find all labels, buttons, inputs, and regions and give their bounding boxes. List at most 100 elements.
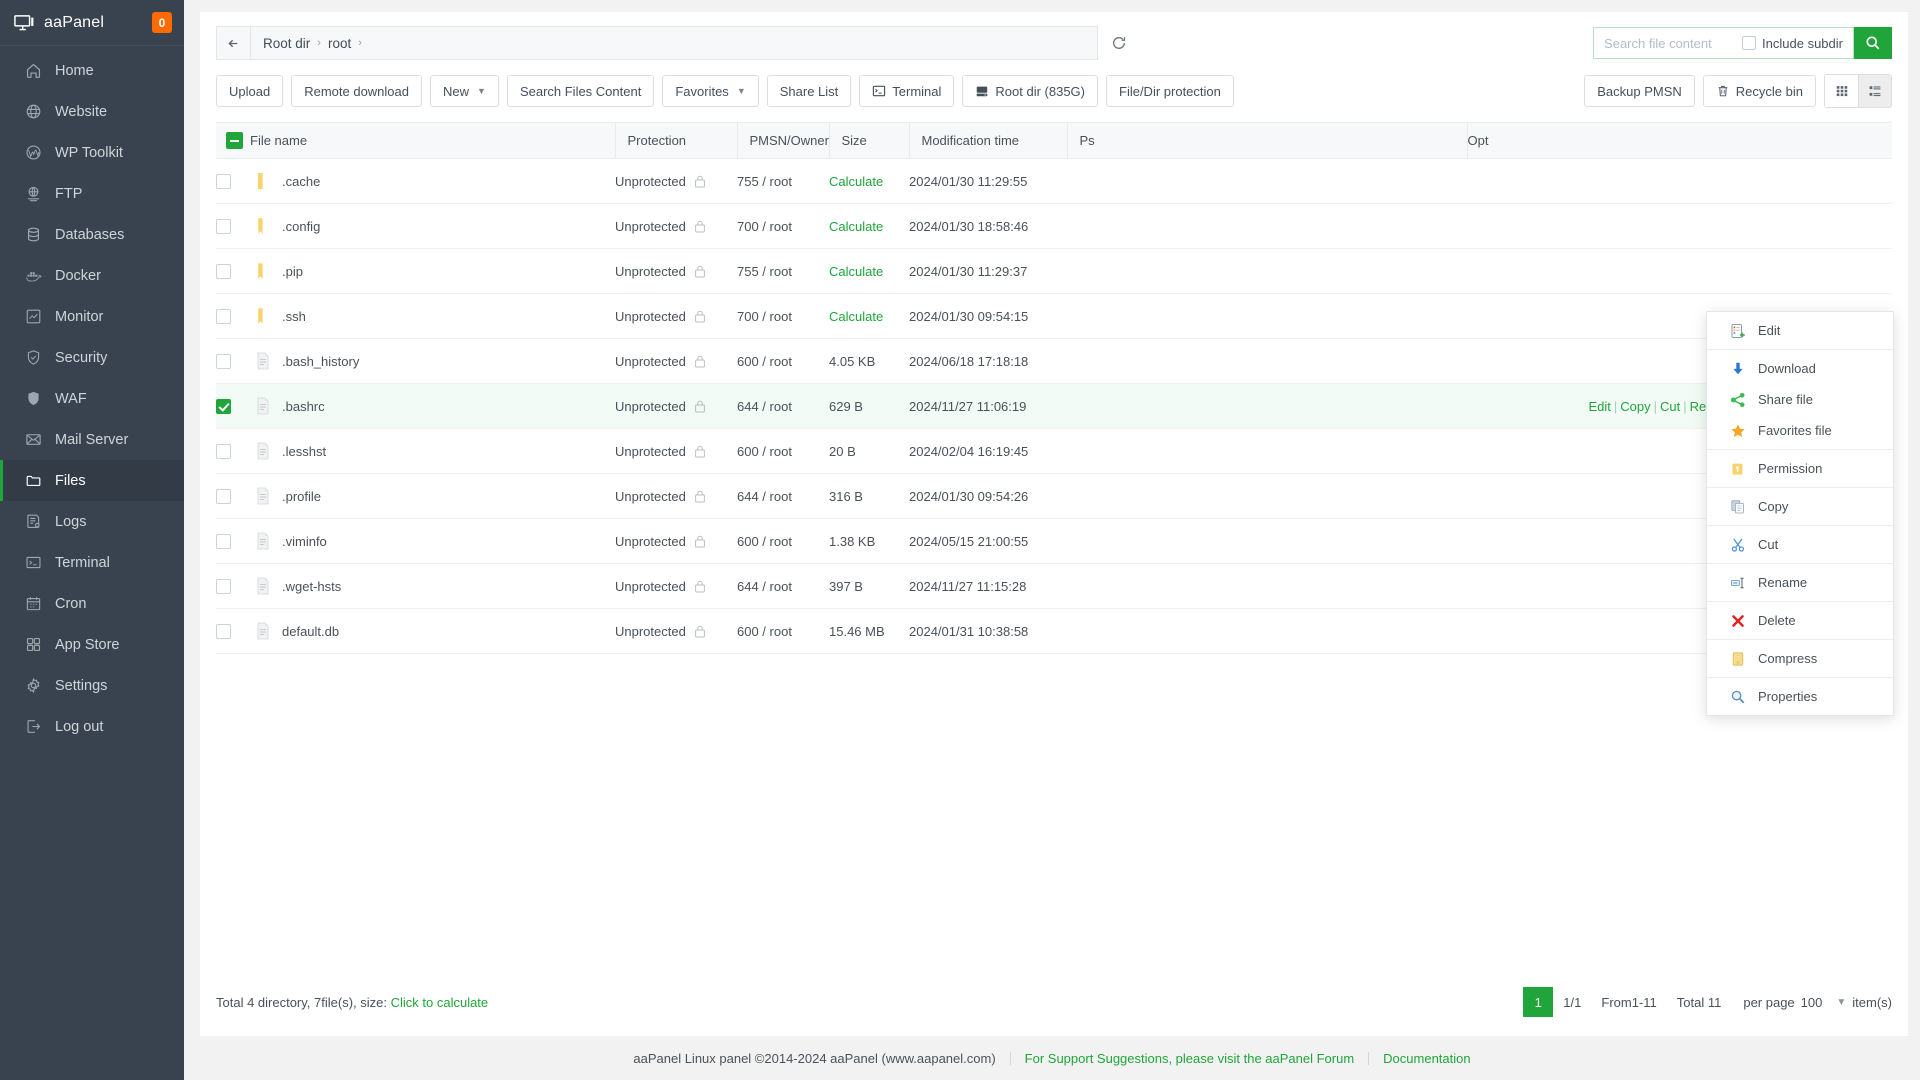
table-row[interactable]: .bash_history Unprotected 600 / root 4.0… bbox=[216, 339, 1892, 384]
file-name[interactable]: .lesshst bbox=[282, 444, 326, 459]
table-row[interactable]: .wget-hsts Unprotected 644 / root 397 B … bbox=[216, 564, 1892, 609]
row-checkbox[interactable] bbox=[216, 174, 231, 189]
search-input[interactable] bbox=[1594, 28, 1742, 58]
context-menu-item-download[interactable]: Download bbox=[1707, 353, 1893, 384]
breadcrumb-item-root[interactable]: root bbox=[328, 36, 351, 51]
calculate-size-link[interactable]: Calculate bbox=[829, 174, 883, 189]
calculate-size-link[interactable]: Calculate bbox=[829, 309, 883, 324]
back-button[interactable] bbox=[217, 27, 251, 59]
context-menu-item-cut[interactable]: Cut bbox=[1707, 529, 1893, 560]
backup-pmsn-button[interactable]: Backup PMSN bbox=[1584, 75, 1695, 107]
remote-download-button[interactable]: Remote download bbox=[291, 75, 422, 107]
sidebar-item-website[interactable]: Website bbox=[0, 91, 184, 132]
context-menu-item-compress[interactable]: Compress bbox=[1707, 643, 1893, 674]
page-number-1[interactable]: 1 bbox=[1523, 987, 1553, 1017]
file-name[interactable]: .bashrc bbox=[282, 399, 325, 414]
file-name[interactable]: .ssh bbox=[282, 309, 306, 324]
sidebar-item-monitor[interactable]: Monitor bbox=[0, 296, 184, 337]
row-checkbox[interactable] bbox=[216, 219, 231, 234]
grid-view-button[interactable] bbox=[1825, 75, 1858, 107]
lock-icon[interactable] bbox=[694, 445, 706, 458]
lock-icon[interactable] bbox=[694, 355, 706, 368]
table-row[interactable]: .viminfo Unprotected 600 / root 1.38 KB … bbox=[216, 519, 1892, 564]
table-row[interactable]: .profile Unprotected 644 / root 316 B 20… bbox=[216, 474, 1892, 519]
row-checkbox[interactable] bbox=[216, 444, 231, 459]
file-name[interactable]: .cache bbox=[282, 174, 320, 189]
recycle-bin-button[interactable]: Recycle bin bbox=[1703, 75, 1816, 107]
file-name[interactable]: .viminfo bbox=[282, 534, 327, 549]
column-pmsn-owner[interactable]: PMSN/Owner bbox=[737, 123, 829, 159]
search-button[interactable] bbox=[1854, 27, 1892, 59]
favorites-button[interactable]: Favorites▼ bbox=[662, 75, 758, 107]
column-ps[interactable]: Ps bbox=[1067, 123, 1467, 159]
sidebar-item-settings[interactable]: Settings bbox=[0, 665, 184, 706]
refresh-button[interactable] bbox=[1102, 26, 1136, 60]
context-menu-item-rename[interactable]: Rename bbox=[1707, 567, 1893, 598]
table-row[interactable]: .pip Unprotected 755 / root Calculate 20… bbox=[216, 249, 1892, 294]
sidebar-item-waf[interactable]: WAF bbox=[0, 378, 184, 419]
sidebar-item-app-store[interactable]: App Store bbox=[0, 624, 184, 665]
table-row[interactable]: default.db Unprotected 600 / root 15.46 … bbox=[216, 609, 1892, 654]
upload-button[interactable]: Upload bbox=[216, 75, 283, 107]
lock-icon[interactable] bbox=[694, 580, 706, 593]
lock-icon[interactable] bbox=[694, 490, 706, 503]
sidebar-item-logs[interactable]: Logs bbox=[0, 501, 184, 542]
include-subdir-checkbox[interactable] bbox=[1742, 36, 1756, 50]
row-action-copy[interactable]: Copy bbox=[1620, 399, 1650, 414]
column-file-name[interactable]: File name bbox=[250, 123, 615, 159]
sidebar-item-cron[interactable]: Cron bbox=[0, 583, 184, 624]
context-menu-item-edit[interactable]: Edit bbox=[1707, 315, 1893, 346]
file-dir-protection-button[interactable]: File/Dir protection bbox=[1106, 75, 1234, 107]
per-page-select[interactable]: 100 ▼ bbox=[1801, 995, 1847, 1010]
new-button[interactable]: New▼ bbox=[430, 75, 499, 107]
search-files-content-button[interactable]: Search Files Content bbox=[507, 75, 654, 107]
sidebar-item-wp-toolkit[interactable]: WP Toolkit bbox=[0, 132, 184, 173]
sidebar-item-terminal[interactable]: Terminal bbox=[0, 542, 184, 583]
file-name[interactable]: .bash_history bbox=[282, 354, 359, 369]
calculate-size-link[interactable]: Calculate bbox=[829, 264, 883, 279]
sidebar-item-files[interactable]: Files bbox=[0, 460, 184, 501]
row-checkbox[interactable] bbox=[216, 264, 231, 279]
lock-icon[interactable] bbox=[694, 535, 706, 548]
file-name[interactable]: .profile bbox=[282, 489, 321, 504]
select-all-checkbox[interactable] bbox=[226, 132, 243, 149]
row-checkbox[interactable] bbox=[216, 579, 231, 594]
column-size[interactable]: Size bbox=[829, 123, 909, 159]
column-modification-time[interactable]: Modification time bbox=[909, 123, 1067, 159]
lock-icon[interactable] bbox=[694, 265, 706, 278]
context-menu-item-favorites-file[interactable]: Favorites file bbox=[1707, 415, 1893, 446]
sidebar-item-mail-server[interactable]: Mail Server bbox=[0, 419, 184, 460]
context-menu-item-delete[interactable]: Delete bbox=[1707, 605, 1893, 636]
share-list-button[interactable]: Share List bbox=[767, 75, 852, 107]
row-checkbox[interactable] bbox=[216, 354, 231, 369]
table-row[interactable]: .config Unprotected 700 / root Calculate… bbox=[216, 204, 1892, 249]
row-checkbox[interactable] bbox=[216, 309, 231, 324]
file-name[interactable]: default.db bbox=[282, 624, 339, 639]
root-dir-button[interactable]: Root dir (835G) bbox=[962, 75, 1098, 107]
lock-icon[interactable] bbox=[694, 310, 706, 323]
table-row-selected[interactable]: .bashrc Unprotected 644 / root 629 B 202… bbox=[216, 384, 1892, 429]
lock-icon[interactable] bbox=[694, 220, 706, 233]
support-forum-link[interactable]: For Support Suggestions, please visit th… bbox=[1025, 1051, 1355, 1066]
sidebar-item-security[interactable]: Security bbox=[0, 337, 184, 378]
column-protection[interactable]: Protection bbox=[615, 123, 737, 159]
row-action-edit[interactable]: Edit bbox=[1588, 399, 1610, 414]
file-name[interactable]: .wget-hsts bbox=[282, 579, 341, 594]
row-checkbox[interactable] bbox=[216, 534, 231, 549]
calculate-size-link[interactable]: Calculate bbox=[829, 219, 883, 234]
lock-icon[interactable] bbox=[694, 625, 706, 638]
row-action-cut[interactable]: Cut bbox=[1660, 399, 1680, 414]
table-row[interactable]: .ssh Unprotected 700 / root Calculate 20… bbox=[216, 294, 1892, 339]
context-menu-item-properties[interactable]: Properties bbox=[1707, 681, 1893, 712]
lock-icon[interactable] bbox=[694, 175, 706, 188]
context-menu-item-share-file[interactable]: Share file bbox=[1707, 384, 1893, 415]
row-checkbox[interactable] bbox=[216, 399, 231, 414]
sidebar-item-home[interactable]: Home bbox=[0, 50, 184, 91]
file-name[interactable]: .pip bbox=[282, 264, 303, 279]
click-to-calculate-link[interactable]: Click to calculate bbox=[391, 995, 489, 1010]
row-checkbox[interactable] bbox=[216, 489, 231, 504]
sidebar-item-log-out[interactable]: Log out bbox=[0, 706, 184, 747]
table-row[interactable]: .lesshst Unprotected 600 / root 20 B 202… bbox=[216, 429, 1892, 474]
notification-badge[interactable]: 0 bbox=[152, 12, 172, 33]
row-checkbox[interactable] bbox=[216, 624, 231, 639]
